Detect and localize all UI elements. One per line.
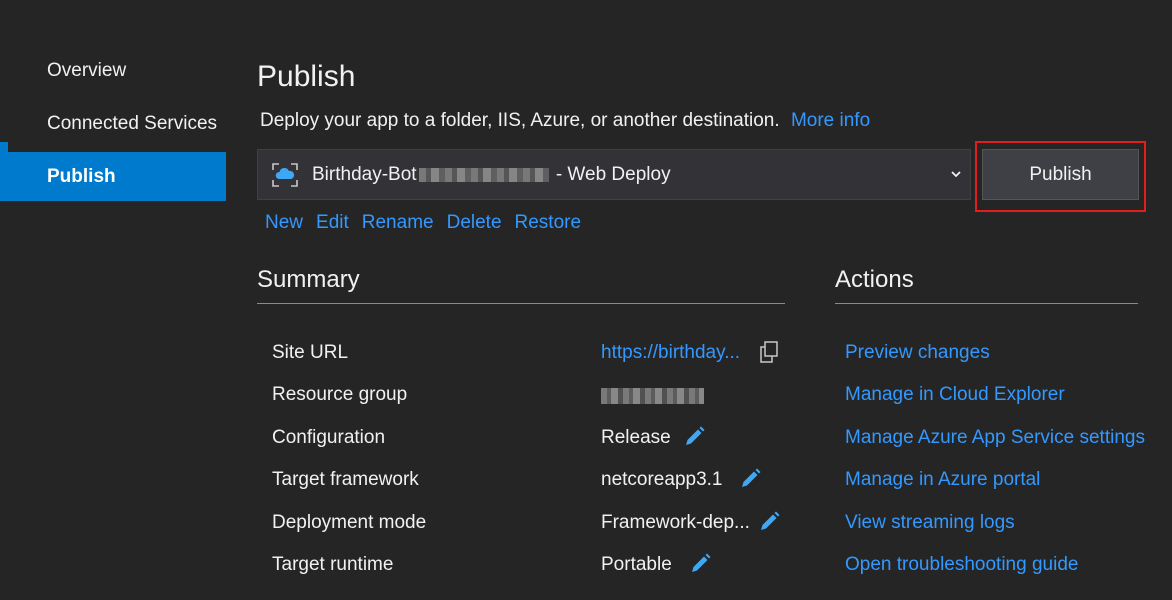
- publish-profile-name: Birthday-Bot - Web Deploy: [312, 150, 671, 199]
- edit-target-runtime-pencil-icon[interactable]: [689, 553, 711, 575]
- chevron-down-icon: [951, 171, 961, 178]
- manage-cloud-explorer-link[interactable]: Manage in Cloud Explorer: [845, 384, 1065, 406]
- manage-app-service-settings-link[interactable]: Manage Azure App Service settings: [845, 427, 1145, 449]
- restore-profile-link[interactable]: Restore: [515, 212, 582, 233]
- target-runtime-label: Target runtime: [272, 554, 394, 575]
- redacted-text: [418, 167, 549, 182]
- delete-profile-link[interactable]: Delete: [447, 212, 502, 233]
- publish-profile-dropdown[interactable]: Birthday-Bot - Web Deploy: [257, 149, 971, 200]
- rename-profile-link[interactable]: Rename: [362, 212, 434, 233]
- view-streaming-logs-link[interactable]: View streaming logs: [845, 512, 1015, 534]
- configuration-value: Release: [601, 427, 671, 448]
- deployment-mode-value: Framework-dep...: [601, 512, 750, 533]
- page-title: Publish: [257, 60, 356, 93]
- new-profile-link[interactable]: New: [265, 212, 303, 233]
- nav-item-overview[interactable]: Overview: [0, 47, 226, 95]
- deployment-mode-label: Deployment mode: [272, 512, 427, 533]
- edit-profile-link[interactable]: Edit: [316, 212, 349, 233]
- summary-divider: [257, 303, 785, 304]
- profile-actions: New Edit Rename Delete Restore: [265, 212, 594, 234]
- edit-target-framework-pencil-icon[interactable]: [739, 468, 761, 490]
- nav-item-connected-services[interactable]: Connected Services: [0, 100, 226, 148]
- cloud-web-app-icon: [272, 163, 298, 187]
- target-framework-label: Target framework: [272, 469, 419, 490]
- configuration-label: Configuration: [272, 427, 386, 448]
- more-info-link[interactable]: More info: [791, 110, 870, 131]
- profile-name-prefix: Birthday-Bot: [312, 164, 417, 185]
- site-url-label: Site URL: [272, 342, 349, 363]
- nav-item-publish[interactable]: Publish: [0, 142, 226, 201]
- resource-group-value: [601, 388, 704, 404]
- open-troubleshooting-guide-link[interactable]: Open troubleshooting guide: [845, 554, 1078, 576]
- subtitle-text: Deploy your app to a folder, IIS, Azure,…: [260, 110, 780, 131]
- actions-heading: Actions: [835, 266, 914, 293]
- actions-divider: [835, 303, 1138, 304]
- target-framework-value: netcoreapp3.1: [601, 469, 723, 490]
- resource-group-label: Resource group: [272, 384, 408, 405]
- page-subtitle: Deploy your app to a folder, IIS, Azure,…: [260, 110, 870, 132]
- edit-deployment-mode-pencil-icon[interactable]: [758, 511, 780, 533]
- edit-configuration-pencil-icon[interactable]: [683, 426, 705, 448]
- publish-button[interactable]: Publish: [982, 149, 1139, 200]
- site-url-value[interactable]: https://birthday...: [601, 342, 740, 364]
- copy-icon[interactable]: [759, 341, 779, 363]
- target-runtime-value: Portable: [601, 554, 672, 575]
- preview-changes-link[interactable]: Preview changes: [845, 342, 990, 364]
- manage-azure-portal-link[interactable]: Manage in Azure portal: [845, 469, 1040, 491]
- profile-name-suffix: - Web Deploy: [550, 164, 671, 185]
- summary-heading: Summary: [257, 266, 360, 293]
